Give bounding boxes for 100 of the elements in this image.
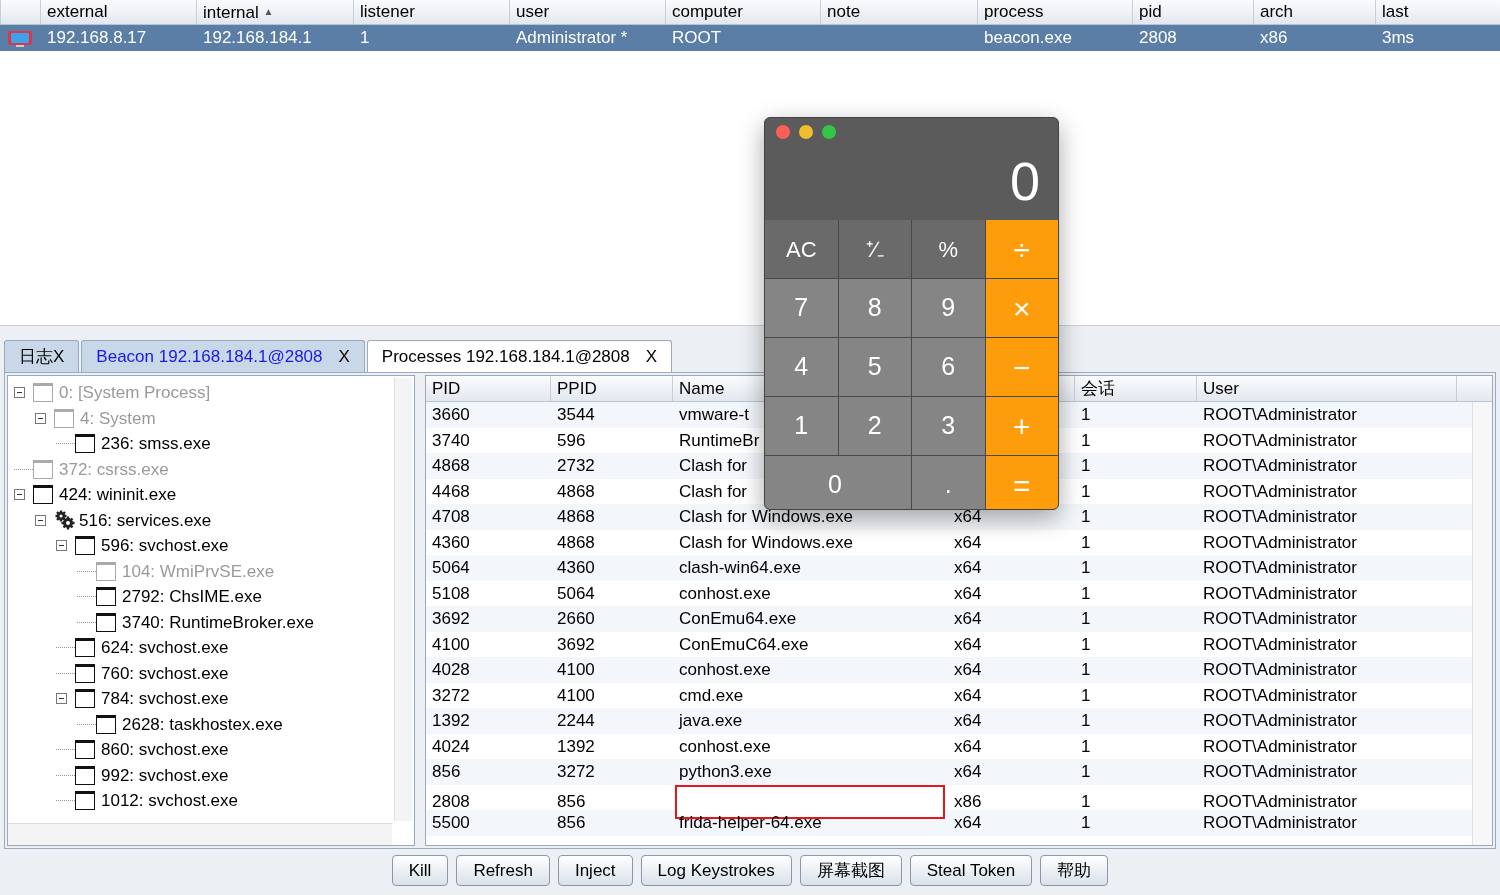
- window-icon: [75, 791, 95, 811]
- process-node[interactable]: 3740: RuntimeBroker.exe: [122, 609, 314, 635]
- action-button[interactable]: Refresh: [456, 855, 550, 886]
- close-button[interactable]: X: [53, 343, 65, 370]
- table-cell-text: beacon.exe: [983, 27, 1073, 50]
- process-node[interactable]: 784: svchost.exe: [101, 686, 229, 712]
- table-cell-text: 192.168.8.17: [46, 27, 148, 50]
- table-cell: x64: [954, 583, 982, 603]
- action-button[interactable]: Kill: [391, 855, 449, 886]
- collapse-icon[interactable]: [56, 693, 67, 705]
- calculator-key[interactable]: 0: [765, 456, 911, 509]
- process-node[interactable]: 624: svchost.exe: [101, 635, 229, 661]
- gears-icon: [54, 510, 76, 531]
- horizontal-scrollbar[interactable]: [8, 823, 392, 845]
- collapse-icon[interactable]: [56, 540, 67, 552]
- tab-label: 日志: [19, 345, 53, 368]
- collapse-icon[interactable]: [35, 514, 46, 526]
- column-header[interactable]: Name: [679, 379, 725, 398]
- calculator-key[interactable]: 8: [838, 279, 911, 337]
- table-cell: 3660: [432, 405, 470, 424]
- table-cell: 5500: [432, 813, 470, 832]
- table-cell: 1392: [557, 736, 595, 756]
- column-header[interactable]: PPID: [557, 379, 597, 398]
- table-cell: ROOT\Administrator: [1203, 736, 1357, 756]
- close-button[interactable]: X: [338, 343, 350, 370]
- table-cell: 4468: [432, 481, 470, 501]
- action-button[interactable]: Inject: [557, 855, 633, 886]
- table-cell: x64: [954, 685, 982, 705]
- column-header[interactable]: User: [1203, 379, 1239, 398]
- process-node[interactable]: 424: wininit.exe: [59, 482, 177, 508]
- window-icon: [75, 536, 95, 556]
- calculator-key[interactable]: 2: [838, 397, 911, 455]
- collapse-icon[interactable]: [14, 387, 25, 399]
- window-icon: [96, 587, 116, 607]
- table-cell: 1: [1081, 558, 1091, 577]
- calculator-key[interactable]: 9: [912, 279, 985, 337]
- table-cell: 3272: [432, 685, 470, 705]
- collapse-icon[interactable]: [35, 412, 46, 424]
- vertical-scrollbar[interactable]: [394, 378, 412, 821]
- table-cell: x64: [954, 532, 982, 552]
- action-button[interactable]: 屏幕截图: [799, 855, 902, 886]
- close-button[interactable]: X: [645, 343, 658, 370]
- table-cell-text: x86: [1259, 27, 1289, 50]
- collapse-icon[interactable]: [14, 489, 25, 501]
- table-cell: 4868: [557, 481, 595, 501]
- window-icon: [33, 383, 53, 403]
- action-button[interactable]: Steal Token: [909, 855, 1033, 886]
- table-cell: 3544: [557, 405, 595, 424]
- process-node[interactable]: 596: svchost.exe: [101, 533, 229, 559]
- table-cell: vmware-t: [679, 405, 749, 424]
- zoom-button[interactable]: [822, 125, 836, 139]
- calculator-key[interactable]: 6: [912, 338, 985, 396]
- process-node[interactable]: 2628: taskhostex.exe: [122, 711, 283, 737]
- table-cell: ConEmuC64.exe: [679, 634, 809, 654]
- table-cell: 2244: [557, 711, 595, 730]
- action-button[interactable]: 帮助: [1040, 855, 1109, 886]
- process-node[interactable]: 2792: ChsIME.exe: [122, 584, 262, 610]
- tab[interactable]: Processes 192.168.184.1@2808 X: [366, 340, 673, 372]
- action-button[interactable]: Log Keystrokes: [640, 855, 792, 886]
- process-node[interactable]: 992: svchost.exe: [101, 762, 229, 788]
- window-icon: [33, 485, 53, 505]
- vertical-scrollbar[interactable]: [1472, 402, 1492, 845]
- tab[interactable]: 日志X: [4, 340, 80, 372]
- table-cell: x64: [954, 762, 982, 781]
- calculator-key[interactable]: 1: [765, 397, 838, 455]
- table-cell: 856: [557, 791, 586, 811]
- table-cell: 4024: [432, 736, 470, 756]
- table-cell: ROOT\Administrator: [1203, 791, 1357, 811]
- table-cell: python3.exe: [679, 762, 772, 781]
- table-cell: 5064: [557, 583, 595, 603]
- table-cell: x64: [954, 711, 982, 730]
- calculator-key[interactable]: AC: [765, 220, 838, 278]
- table-cell: x86: [954, 791, 982, 811]
- process-node[interactable]: 236: smss.exe: [101, 431, 211, 457]
- table-cell: x64: [954, 609, 982, 628]
- process-node[interactable]: 516: services.exe: [79, 507, 212, 533]
- table-cell: 4868: [557, 507, 595, 526]
- process-node[interactable]: 1012: svchost.exe: [101, 788, 239, 814]
- calculator-key[interactable]: ⁺∕₋: [838, 220, 911, 278]
- session-row[interactable]: 192.168.8.17 192.168.184.1 1 Administrator * ROOT beacon.exe 2808 x86 3ms: [0, 25, 1500, 51]
- process-node[interactable]: 860: svchost.exe: [101, 737, 229, 763]
- minimize-button[interactable]: [799, 125, 813, 139]
- calculator-key[interactable]: 3: [912, 397, 985, 455]
- table-cell-text: 3ms: [1381, 27, 1416, 50]
- calculator-key[interactable]: 7: [765, 279, 838, 337]
- process-node[interactable]: 760: svchost.exe: [101, 660, 229, 686]
- table-cell: 4100: [557, 660, 595, 679]
- column-header[interactable]: PID: [432, 379, 461, 398]
- table-cell: 3272: [557, 762, 595, 781]
- table-cell: ROOT\Administrator: [1203, 430, 1357, 450]
- tab-label: Beacon 192.168.184.1@2808: [96, 345, 323, 368]
- calculator-key[interactable]: %: [912, 220, 985, 278]
- table-cell: ROOT\Administrator: [1203, 456, 1357, 475]
- calculator-key[interactable]: .: [912, 456, 985, 509]
- tab[interactable]: Beacon 192.168.184.1@2808 X: [81, 340, 365, 372]
- table-cell: 4708: [432, 507, 470, 526]
- table-cell: 2808: [432, 791, 470, 811]
- calculator-key[interactable]: 4: [765, 338, 838, 396]
- column-header[interactable]: 会话: [1081, 379, 1115, 398]
- calculator-key[interactable]: 5: [838, 338, 911, 396]
